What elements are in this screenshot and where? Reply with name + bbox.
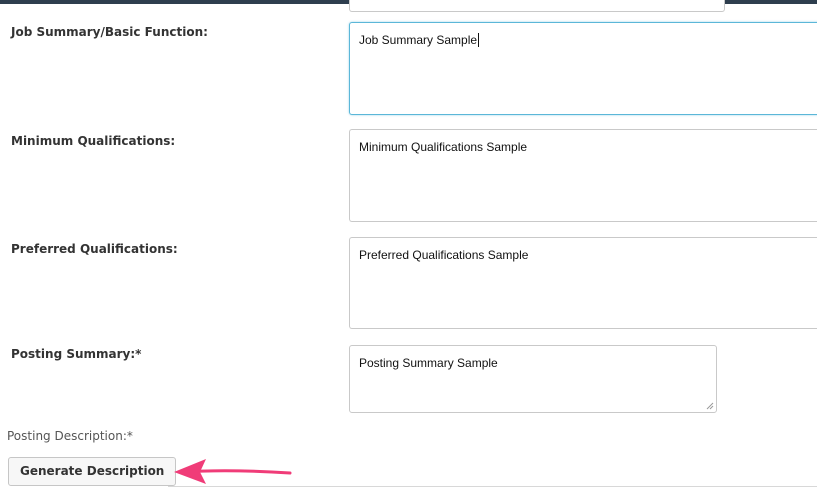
previous-field-bottom[interactable] bbox=[349, 0, 725, 12]
posting-summary-value: Posting Summary Sample bbox=[359, 356, 498, 370]
job-summary-textarea[interactable]: Job Summary Sample bbox=[349, 22, 817, 115]
arrow-left-icon bbox=[174, 459, 292, 484]
preferred-qualifications-label: Preferred Qualifications: bbox=[11, 242, 178, 256]
generate-description-button[interactable]: Generate Description bbox=[8, 457, 177, 486]
divider bbox=[168, 486, 817, 487]
preferred-qualifications-value: Preferred Qualifications Sample bbox=[359, 248, 529, 262]
resize-grip-icon[interactable] bbox=[706, 402, 714, 410]
form-page: Job Summary/Basic Function: Job Summary … bbox=[0, 0, 817, 491]
posting-description-label: Posting Description:* bbox=[7, 429, 133, 443]
minimum-qualifications-textarea[interactable]: Minimum Qualifications Sample bbox=[349, 129, 817, 222]
minimum-qualifications-label: Minimum Qualifications: bbox=[11, 134, 176, 148]
posting-summary-label: Posting Summary:* bbox=[11, 347, 142, 361]
job-summary-value: Job Summary Sample bbox=[359, 33, 478, 47]
text-caret bbox=[478, 33, 480, 47]
posting-summary-textarea[interactable]: Posting Summary Sample bbox=[349, 345, 717, 413]
job-summary-label: Job Summary/Basic Function: bbox=[11, 25, 208, 39]
minimum-qualifications-value: Minimum Qualifications Sample bbox=[359, 140, 528, 154]
preferred-qualifications-textarea[interactable]: Preferred Qualifications Sample bbox=[349, 237, 817, 329]
